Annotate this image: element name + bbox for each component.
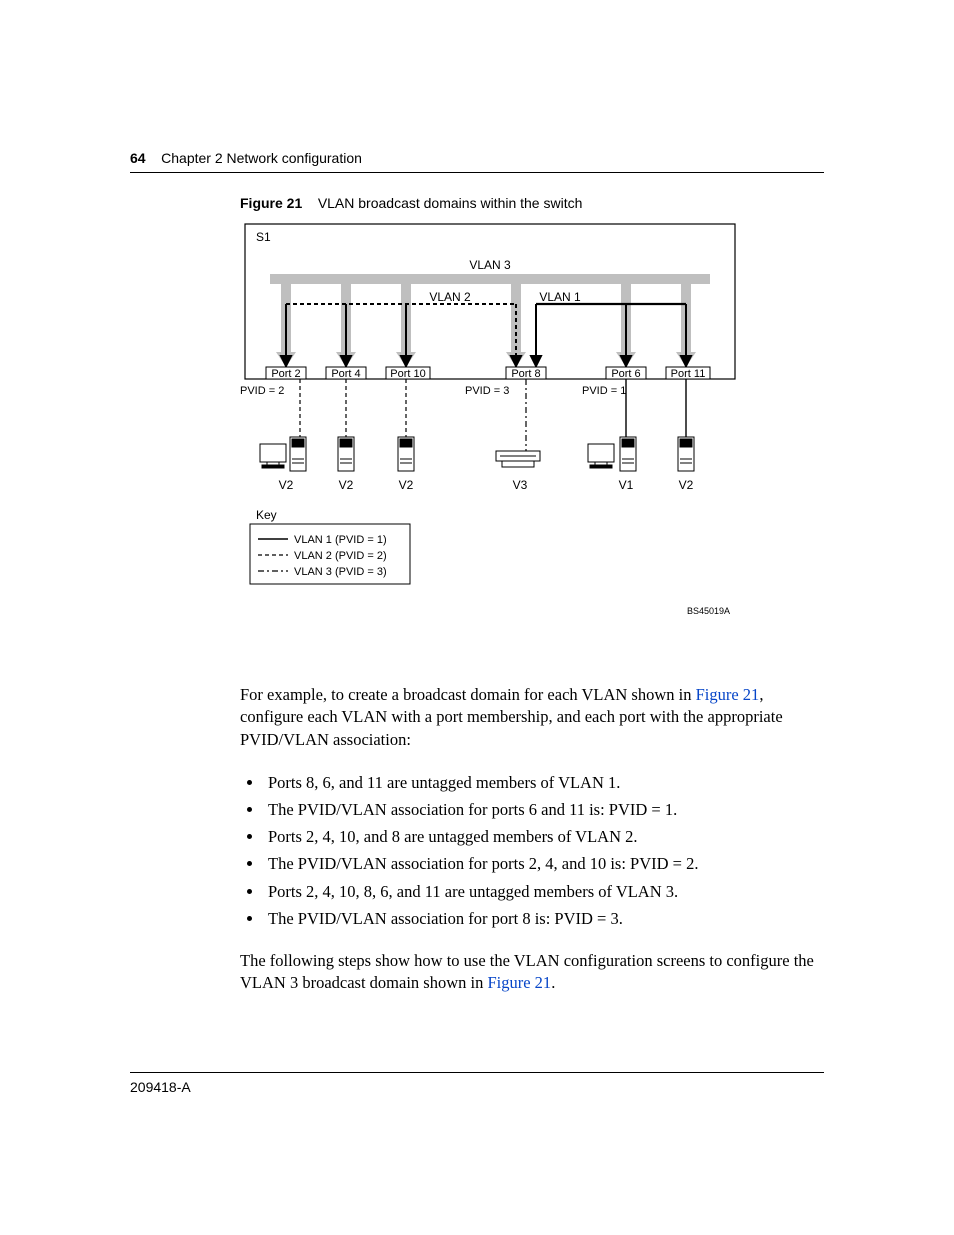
key-item: VLAN 2 (PVID = 2) bbox=[294, 550, 387, 562]
port-label: Port 6 bbox=[611, 368, 640, 380]
paragraph: For example, to create a broadcast domai… bbox=[240, 684, 824, 751]
figure-xref[interactable]: Figure 21 bbox=[696, 685, 760, 704]
port-label: Port 11 bbox=[671, 368, 706, 380]
switch-label: S1 bbox=[256, 230, 271, 244]
vlan2-label: VLAN 2 bbox=[429, 290, 471, 304]
port-label: Port 2 bbox=[271, 368, 300, 380]
list-item: Ports 2, 4, 10, 8, 6, and 11 are untagge… bbox=[264, 878, 824, 905]
page-number: 64 bbox=[130, 150, 146, 166]
host-label: V2 bbox=[679, 478, 694, 492]
figure-diagram: S1 VLAN 3 VLAN 2 VLAN 1 bbox=[240, 219, 740, 634]
page-footer: 209418-A bbox=[130, 1072, 824, 1095]
chapter-title: Chapter 2 Network configuration bbox=[161, 150, 362, 166]
pvid-label: PVID = 3 bbox=[465, 385, 509, 397]
figure-label: Figure 21 bbox=[240, 195, 302, 211]
vlan3-label: VLAN 3 bbox=[469, 258, 511, 272]
host-label: V3 bbox=[513, 478, 528, 492]
host-label: V2 bbox=[399, 478, 414, 492]
bullet-list: Ports 8, 6, and 11 are untagged members … bbox=[240, 769, 824, 932]
pvid-label: PVID = 1 bbox=[582, 385, 626, 397]
key-title: Key bbox=[256, 508, 277, 522]
figure-xref[interactable]: Figure 21 bbox=[487, 973, 551, 992]
figure-caption: Figure 21 VLAN broadcast domains within … bbox=[240, 195, 824, 211]
page-header: 64 Chapter 2 Network configuration bbox=[130, 150, 824, 173]
port-label: Port 10 bbox=[390, 368, 425, 380]
paragraph: The following steps show how to use the … bbox=[240, 950, 824, 995]
host-label: V1 bbox=[619, 478, 634, 492]
host-label: V2 bbox=[339, 478, 354, 492]
host-label: V2 bbox=[279, 478, 294, 492]
doc-id: 209418-A bbox=[130, 1079, 824, 1095]
key-item: VLAN 3 (PVID = 3) bbox=[294, 566, 387, 578]
key-item: VLAN 1 (PVID = 1) bbox=[294, 534, 387, 546]
figure-caption-text: VLAN broadcast domains within the switch bbox=[318, 195, 583, 211]
port-label: Port 4 bbox=[331, 368, 360, 380]
figure-ref-code: BS45019A bbox=[687, 606, 730, 616]
list-item: The PVID/VLAN association for ports 2, 4… bbox=[264, 850, 824, 877]
vlan1-label: VLAN 1 bbox=[539, 290, 581, 304]
list-item: The PVID/VLAN association for port 8 is:… bbox=[264, 905, 824, 932]
list-item: Ports 8, 6, and 11 are untagged members … bbox=[264, 769, 824, 796]
list-item: Ports 2, 4, 10, and 8 are untagged membe… bbox=[264, 823, 824, 850]
pvid-label: PVID = 2 bbox=[240, 385, 284, 397]
port-label: Port 8 bbox=[511, 368, 540, 380]
list-item: The PVID/VLAN association for ports 6 an… bbox=[264, 796, 824, 823]
